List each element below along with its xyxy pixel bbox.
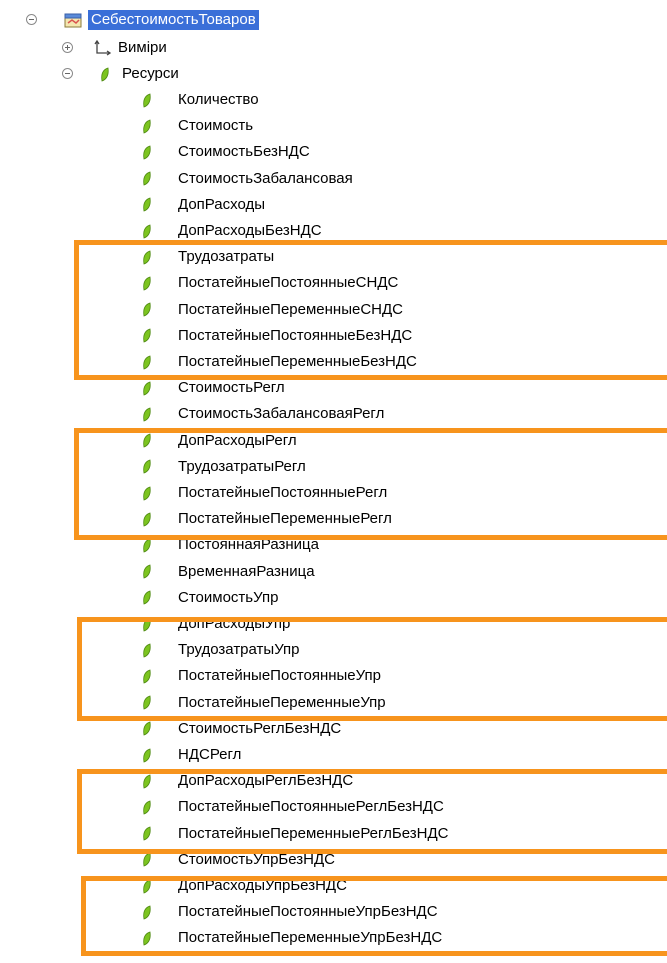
highlight-box bbox=[77, 617, 667, 721]
leaf-icon bbox=[142, 223, 152, 239]
register-cube-icon bbox=[64, 12, 82, 28]
collapse-toggle-icon[interactable] bbox=[26, 14, 37, 25]
resource-item-label: НДСРегл bbox=[178, 746, 242, 763]
resource-item-label: СтоимостьРегл bbox=[178, 379, 285, 397]
leaf-icon bbox=[142, 119, 152, 134]
expand-toggle-icon[interactable] bbox=[62, 42, 73, 53]
resource-item-label: ДопРасходы bbox=[178, 195, 266, 213]
leaf-icon bbox=[142, 852, 152, 867]
tree-root-row[interactable]: СебестоимостьТоваров bbox=[26, 9, 259, 31]
collapse-toggle-icon[interactable] bbox=[62, 68, 73, 79]
highlight-box bbox=[81, 876, 667, 956]
resource-item-label: СтоимостьЗабалансовая bbox=[178, 169, 353, 187]
leaf-icon bbox=[142, 590, 152, 605]
resource-item-label: Стоимость bbox=[178, 117, 254, 135]
resource-item[interactable]: ВременнаяРазница bbox=[142, 561, 315, 583]
resource-item[interactable]: Стоимость bbox=[142, 115, 253, 137]
resource-item-label: СтоимостьЗабалансоваяРегл bbox=[178, 405, 385, 423]
resource-item-label: ДопРасходыБезНДС bbox=[178, 222, 322, 239]
resource-item[interactable]: ДопРасходыБезНДС bbox=[142, 220, 322, 242]
resource-item[interactable]: СтоимостьЗабалансовая bbox=[142, 168, 353, 190]
resource-item-label: СтоимостьБезНДС bbox=[178, 143, 310, 161]
resource-item[interactable]: СтоимостьРеглБезНДС bbox=[142, 718, 341, 740]
resource-item-label: ВременнаяРазница bbox=[178, 562, 315, 580]
tree-node-label: Ресурси bbox=[122, 65, 179, 82]
leaf-icon bbox=[142, 747, 152, 763]
resource-item[interactable]: СтоимостьЗабалансоваяРегл bbox=[142, 403, 384, 425]
leaf-icon bbox=[142, 564, 152, 579]
resource-item[interactable]: СтоимостьУпр bbox=[142, 587, 278, 609]
tree-node-dimensions[interactable]: Виміри bbox=[62, 37, 167, 59]
leaf-icon bbox=[142, 407, 152, 422]
resource-item[interactable]: СтоимостьРегл bbox=[142, 377, 285, 399]
tree-node-label: Виміри bbox=[118, 39, 167, 56]
leaf-icon bbox=[142, 92, 152, 108]
resource-item[interactable]: НДСРегл bbox=[142, 744, 241, 766]
tree-root-label[interactable]: СебестоимостьТоваров bbox=[88, 10, 259, 30]
leaf-icon bbox=[142, 145, 152, 160]
resource-item[interactable]: Количество bbox=[142, 89, 259, 111]
leaf-icon bbox=[100, 66, 110, 82]
resource-item-label: СтоимостьРеглБезНДС bbox=[178, 719, 342, 737]
leaf-icon bbox=[142, 171, 152, 186]
highlight-box bbox=[74, 428, 667, 540]
leaf-icon bbox=[142, 538, 152, 553]
highlight-box bbox=[74, 240, 667, 380]
resource-item[interactable]: ДопРасходы bbox=[142, 194, 265, 216]
dimensions-axis-icon bbox=[94, 39, 112, 56]
resource-item[interactable]: СтоимостьБезНДС bbox=[142, 141, 310, 163]
resource-item-label: Количество bbox=[178, 91, 259, 108]
leaf-icon bbox=[142, 197, 152, 212]
resource-item-label: СтоимостьУпр bbox=[178, 588, 279, 606]
highlight-box bbox=[77, 769, 667, 854]
leaf-icon bbox=[142, 381, 152, 396]
tree-node-resources[interactable]: Ресурси bbox=[62, 63, 179, 85]
leaf-icon bbox=[142, 721, 152, 736]
